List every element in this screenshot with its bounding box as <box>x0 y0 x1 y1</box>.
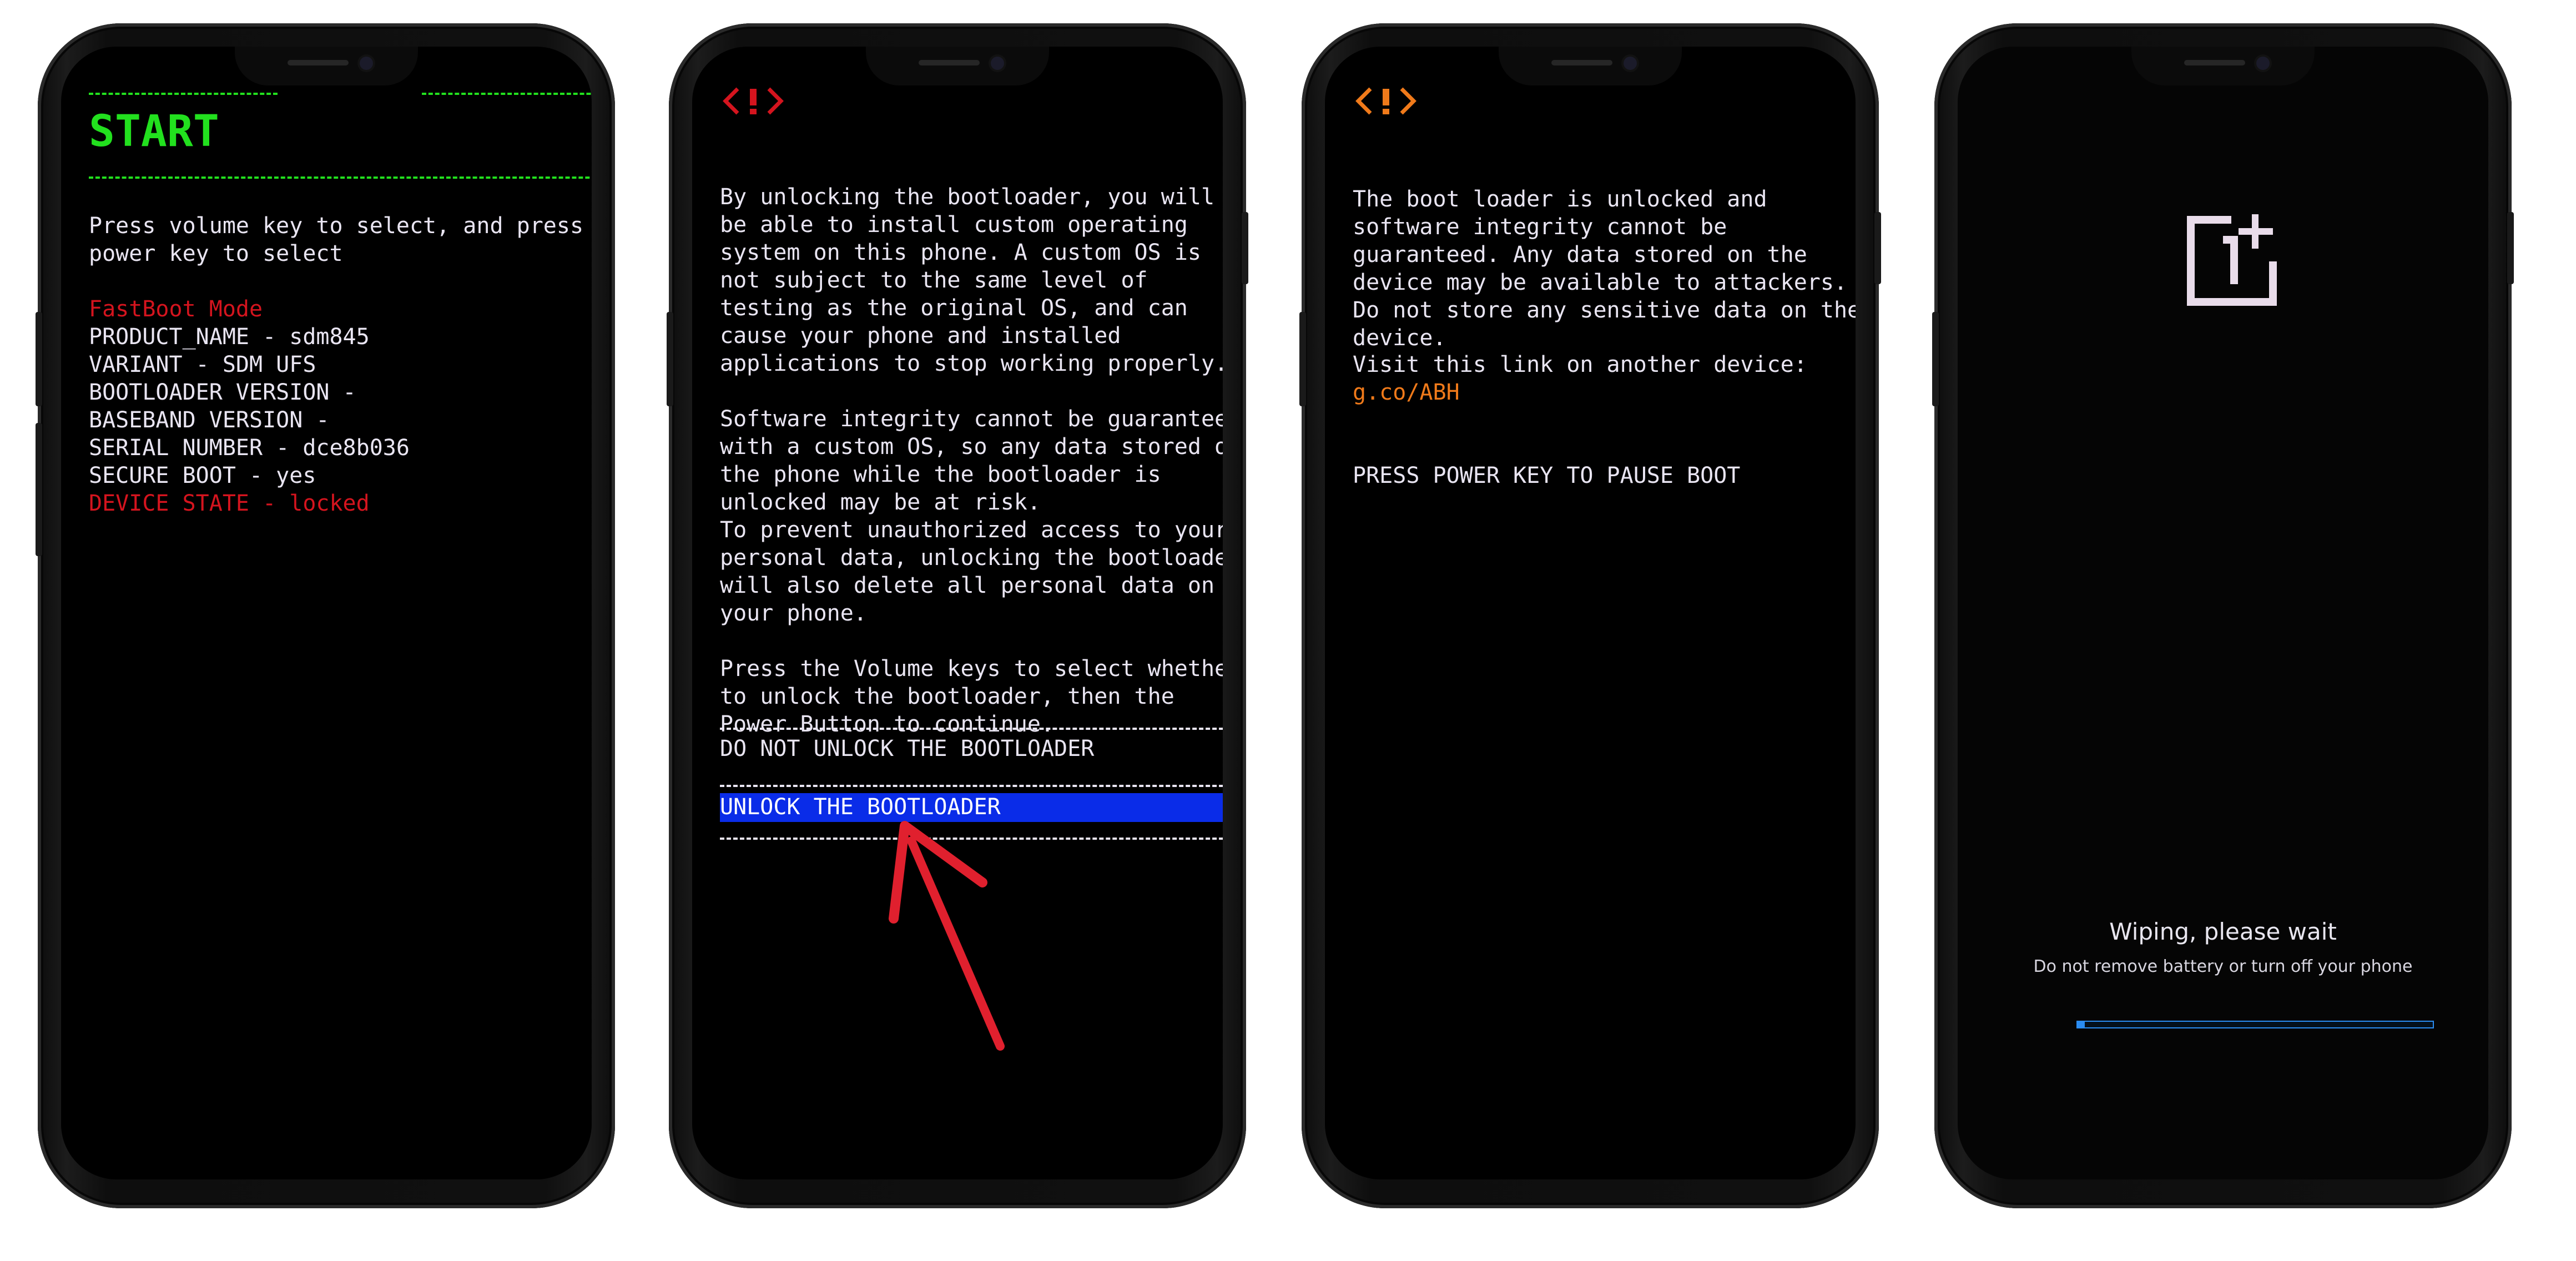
fastboot-mode: FastBoot Mode <box>89 296 263 322</box>
fastboot-screen: START Press volume key to select, and pr… <box>61 47 592 1179</box>
fastboot-instruction: Press volume key to select, and press po… <box>89 213 584 266</box>
info-serial-number: SERIAL NUMBER - dce8b036 <box>89 435 410 461</box>
oneplus-logo-icon <box>2179 209 2284 316</box>
unlock-paragraph-2: Software integrity cannot be guaranteed … <box>720 406 1223 515</box>
unlock-paragraph-1: By unlocking the bootloader, you will be… <box>720 184 1223 376</box>
help-link[interactable]: g.co/ABH <box>1353 379 1833 406</box>
info-product-name: PRODUCT_NAME - sdm845 <box>89 324 370 350</box>
wiping-progress-fill <box>2078 1022 2085 1027</box>
info-device-state: DEVICE STATE - locked <box>89 491 370 516</box>
wiping-subtext: Do not remove battery or turn off your p… <box>2033 957 2413 976</box>
wiping-screen: Wiping, please wait Do not remove batter… <box>1958 47 2488 1179</box>
phone-fastboot: START Press volume key to select, and pr… <box>36 23 615 1208</box>
notch <box>2131 47 2315 85</box>
info-baseband-version: BASEBAND VERSION - <box>89 407 330 433</box>
unlock-paragraph-4: Press the Volume keys to select whether … <box>720 656 1223 737</box>
info-secure-boot: SECURE BOOT - yes <box>89 463 316 488</box>
option-do-not-unlock[interactable]: DO NOT UNLOCK THE BOOTLOADER <box>720 735 1223 763</box>
phone-unlocked-warning: The boot loader is unlocked and software… <box>1299 23 1881 1208</box>
phone-wiping: Wiping, please wait Do not remove batter… <box>1932 23 2514 1208</box>
warning-icon <box>1353 84 1419 118</box>
visit-link-label: Visit this link on another device: <box>1353 352 1807 377</box>
fastboot-info-list: PRODUCT_NAME - sdm845 VARIANT - SDM UFS … <box>89 323 569 517</box>
info-bootloader-version: BOOTLOADER VERSION - <box>89 380 356 405</box>
wiping-progress-bar <box>2076 1021 2434 1028</box>
info-variant: VARIANT - SDM UFS <box>89 352 316 377</box>
unlocked-message: The boot loader is unlocked and software… <box>1353 186 1856 351</box>
pause-boot-instruction: PRESS POWER KEY TO PAUSE BOOT <box>1353 463 1741 488</box>
unlock-paragraph-3: To prevent unauthorized access to your p… <box>720 517 1223 626</box>
red-arrow-icon <box>883 816 1016 1057</box>
unlocked-warning-screen: The boot loader is unlocked and software… <box>1325 47 1856 1179</box>
wiping-status: Wiping, please wait <box>2109 918 2337 945</box>
fastboot-title: START <box>89 107 219 157</box>
warning-icon <box>720 84 787 118</box>
